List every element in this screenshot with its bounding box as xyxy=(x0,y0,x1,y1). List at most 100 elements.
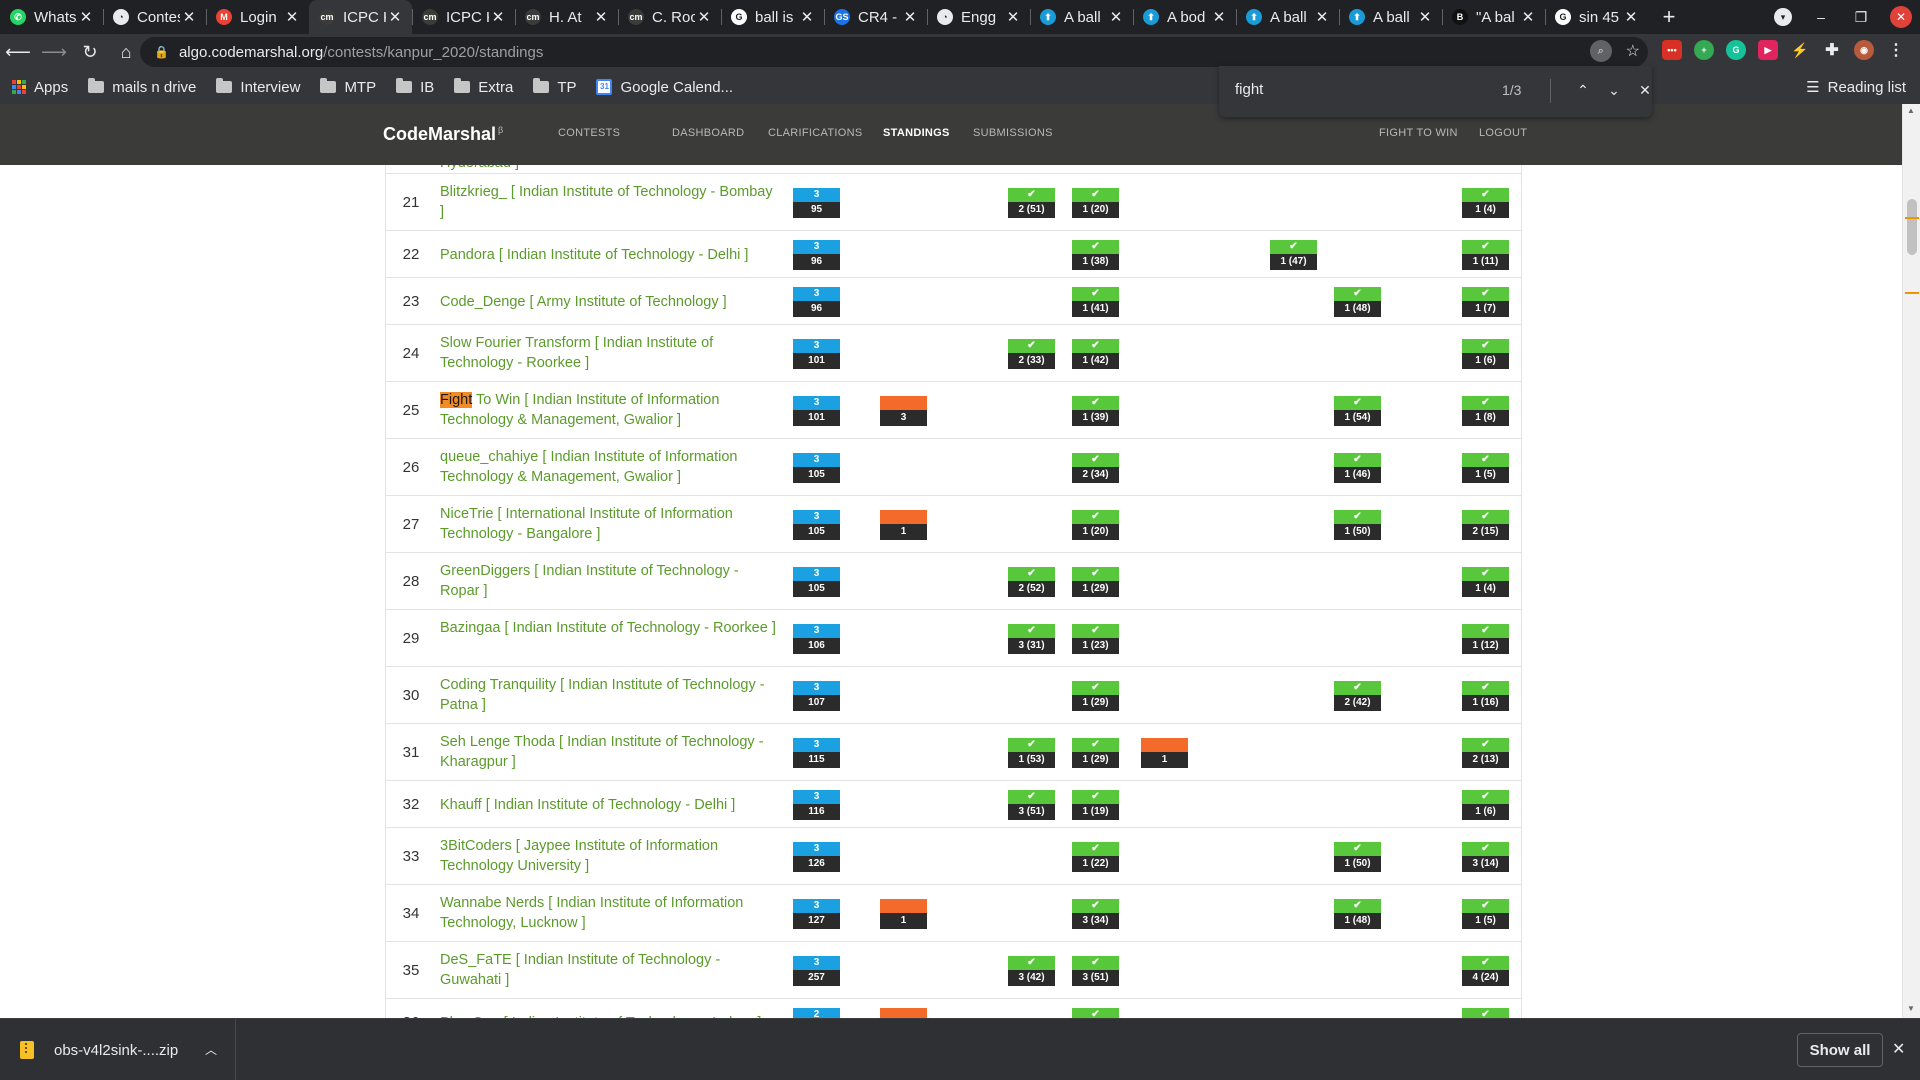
find-close-button[interactable]: ✕ xyxy=(1633,78,1657,102)
problem-cell-accepted[interactable]: ✔ 2 (15) xyxy=(1462,509,1509,540)
browser-tab[interactable]: ◔ Contests✕ xyxy=(103,0,206,34)
problem-cell-accepted[interactable]: ✔ 1 (50) xyxy=(1334,509,1381,540)
tab-close-icon[interactable]: ✕ xyxy=(798,8,816,26)
browser-tab[interactable]: GS CR4 - I ✕ xyxy=(824,0,927,34)
team-link[interactable]: Code_Denge [ Army Institute of Technolog… xyxy=(440,292,780,312)
browser-tab[interactable]: cm ICPC K✕ xyxy=(412,0,515,34)
problem-cell-accepted[interactable]: ✔1 (7) xyxy=(1072,1007,1119,1018)
forward-button[interactable]: ⟶ xyxy=(36,34,72,70)
browser-tab[interactable]: ⬆ A ball ✕ xyxy=(1236,0,1339,34)
nav-logout[interactable]: LOGOUT xyxy=(1479,127,1527,139)
bookmark-item[interactable]: 31 Google Calend... xyxy=(596,79,733,96)
team-link[interactable]: Khauff [ Indian Institute of Technology … xyxy=(440,795,780,815)
problem-cell-accepted[interactable]: ✔ 3 (34) xyxy=(1072,898,1119,929)
problem-cell-accepted[interactable]: ✔ 1 (12) xyxy=(1462,623,1509,654)
address-bar[interactable]: 🔒 algo.codemarshal.org/contests/kanpur_2… xyxy=(140,37,1648,67)
problem-cell-accepted[interactable]: ✔ 1 (29) xyxy=(1072,737,1119,768)
problem-cell-accepted[interactable]: ✔ 2 (34) xyxy=(1072,452,1119,483)
problem-cell-accepted[interactable]: ✔ 1 (47) xyxy=(1270,239,1317,270)
tab-close-icon[interactable]: ✕ xyxy=(1004,8,1022,26)
browser-tab[interactable]: ⬆ A ball ✕ xyxy=(1030,0,1133,34)
reading-list-button[interactable]: ☰ Reading list xyxy=(1806,70,1906,104)
problem-cell-accepted[interactable]: ✔ 2 (42) xyxy=(1334,680,1381,711)
problem-cell-accepted[interactable]: ✔1 (4) xyxy=(1462,1007,1509,1018)
nav-contests[interactable]: CONTESTS xyxy=(558,127,620,139)
profile-avatar-icon[interactable]: ◉ xyxy=(1854,40,1874,60)
find-previous-button[interactable]: ⌃ xyxy=(1571,78,1595,102)
tab-close-icon[interactable]: ✕ xyxy=(1519,8,1537,26)
team-link[interactable]: 3BitCoders [ Jaypee Institute of Informa… xyxy=(440,836,780,876)
problem-cell-accepted[interactable]: ✔ 3 (14) xyxy=(1462,841,1509,872)
tab-close-icon[interactable]: ✕ xyxy=(901,8,919,26)
problem-cell-accepted[interactable]: ✔ 1 (29) xyxy=(1072,680,1119,711)
browser-tab[interactable]: ⬆ A ball ✕ xyxy=(1339,0,1442,34)
nav-team-name[interactable]: FIGHT TO WIN xyxy=(1379,127,1458,139)
team-link[interactable]: GreenDiggers [ Indian Institute of Techn… xyxy=(440,561,780,601)
team-link[interactable]: DeS_FaTE [ Indian Institute of Technolog… xyxy=(440,950,780,990)
bookmark-star-icon[interactable]: ☆ xyxy=(1626,41,1640,61)
browser-tab[interactable]: Gsin 45 ✕ xyxy=(1545,0,1648,34)
team-link[interactable]: Bazingaa [ Indian Institute of Technolog… xyxy=(440,618,780,638)
problem-cell-accepted[interactable]: ✔ 3 (51) xyxy=(1008,789,1055,820)
problem-cell-accepted[interactable]: ✔ 2 (33) xyxy=(1008,338,1055,369)
problem-cell-accepted[interactable]: ✔ 1 (53) xyxy=(1008,737,1055,768)
problem-cell-accepted[interactable]: ✔ 1 (46) xyxy=(1334,452,1381,483)
problem-cell-accepted[interactable]: ✔ 1 (41) xyxy=(1072,286,1119,317)
browser-tab[interactable]: Gball is ✕ xyxy=(721,0,824,34)
bookmark-item[interactable]: Extra xyxy=(454,78,513,96)
problem-cell-accepted[interactable]: ✔ 2 (13) xyxy=(1462,737,1509,768)
problem-cell-accepted[interactable]: ✔ 3 (31) xyxy=(1008,623,1055,654)
find-next-button[interactable]: ⌄ xyxy=(1602,78,1626,102)
problem-cell-accepted[interactable]: ✔ 1 (16) xyxy=(1462,680,1509,711)
tab-close-icon[interactable]: ✕ xyxy=(1622,8,1640,26)
bookmark-item[interactable]: IB xyxy=(396,78,434,96)
menu-kebab-icon[interactable]: ⋮ xyxy=(1886,40,1906,60)
minimize-button[interactable]: – xyxy=(1810,6,1832,28)
page-scrollbar[interactable]: ▲ ▼ xyxy=(1902,104,1920,1018)
bookmark-item[interactable]: Apps xyxy=(12,79,68,96)
nav-standings[interactable]: STANDINGS xyxy=(883,127,950,139)
restore-button[interactable]: ❐ xyxy=(1850,6,1872,28)
team-link[interactable]: Seh Lenge Thoda [ Indian Institute of Te… xyxy=(440,732,780,772)
problem-cell-accepted[interactable]: ✔ 3 (51) xyxy=(1072,955,1119,986)
team-link[interactable]: Hyderabad ] xyxy=(440,165,780,173)
bookmark-item[interactable]: mails n drive xyxy=(88,78,196,96)
tab-close-icon[interactable]: ✕ xyxy=(386,8,404,26)
problem-cell-accepted[interactable]: ✔ 1 (5) xyxy=(1462,452,1509,483)
tab-search-icon[interactable]: ▾ xyxy=(1774,8,1792,26)
puzzle-icon[interactable]: ✚ xyxy=(1822,40,1842,60)
browser-tab[interactable]: M Login ✕ xyxy=(206,0,309,34)
tab-close-icon[interactable]: ✕ xyxy=(1313,8,1331,26)
home-button[interactable]: ⌂ xyxy=(108,34,144,70)
download-item[interactable]: obs-v4l2sink-....zip ︿ xyxy=(0,1019,236,1080)
tab-close-icon[interactable]: ✕ xyxy=(592,8,610,26)
nav-dashboard[interactable]: DASHBOARD xyxy=(672,127,744,139)
team-link[interactable]: Blitzkrieg_ [ Indian Institute of Techno… xyxy=(440,182,780,222)
problem-cell-accepted[interactable]: ✔ 1 (19) xyxy=(1072,789,1119,820)
window-close-button[interactable]: ✕ xyxy=(1890,6,1912,28)
problem-cell-accepted[interactable]: ✔ 1 (22) xyxy=(1072,841,1119,872)
site-logo[interactable]: CodeMarshal β xyxy=(383,124,503,145)
problem-cell-accepted[interactable]: ✔ 1 (20) xyxy=(1072,509,1119,540)
extension-icon[interactable]: ••• xyxy=(1662,40,1682,60)
chevron-up-icon[interactable]: ︿ xyxy=(205,1041,217,1058)
extension-icon[interactable]: ▶ xyxy=(1758,40,1778,60)
problem-cell-accepted[interactable]: ✔ 1 (6) xyxy=(1462,338,1509,369)
problem-cell-accepted[interactable]: ✔ 1 (48) xyxy=(1334,286,1381,317)
reload-button[interactable]: ↻ xyxy=(72,34,108,70)
problem-cell-accepted[interactable]: ✔1 (4) xyxy=(1462,566,1509,597)
show-all-button[interactable]: Show all xyxy=(1797,1033,1883,1067)
tab-close-icon[interactable]: ✕ xyxy=(695,8,713,26)
problem-cell-accepted[interactable]: ✔ 1 (50) xyxy=(1334,841,1381,872)
bookmark-item[interactable]: TP xyxy=(533,78,576,96)
problem-cell-accepted[interactable]: ✔ 1 (23) xyxy=(1072,623,1119,654)
problem-cell-accepted[interactable]: ✔1 (4) xyxy=(1462,187,1509,218)
problem-cell-accepted[interactable]: ✔ 1 (6) xyxy=(1462,789,1509,820)
team-link[interactable]: Fight To Win [ Indian Institute of Infor… xyxy=(440,390,780,430)
grammarly-icon[interactable]: G xyxy=(1726,40,1746,60)
problem-cell-wrong[interactable]: 1 xyxy=(880,1007,927,1018)
problem-cell-accepted[interactable]: ✔ 2 (52) xyxy=(1008,566,1055,597)
tab-close-icon[interactable]: ✕ xyxy=(283,8,301,26)
tab-close-icon[interactable]: ✕ xyxy=(1210,8,1228,26)
problem-cell-accepted[interactable]: ✔ 2 (51) xyxy=(1008,187,1055,218)
